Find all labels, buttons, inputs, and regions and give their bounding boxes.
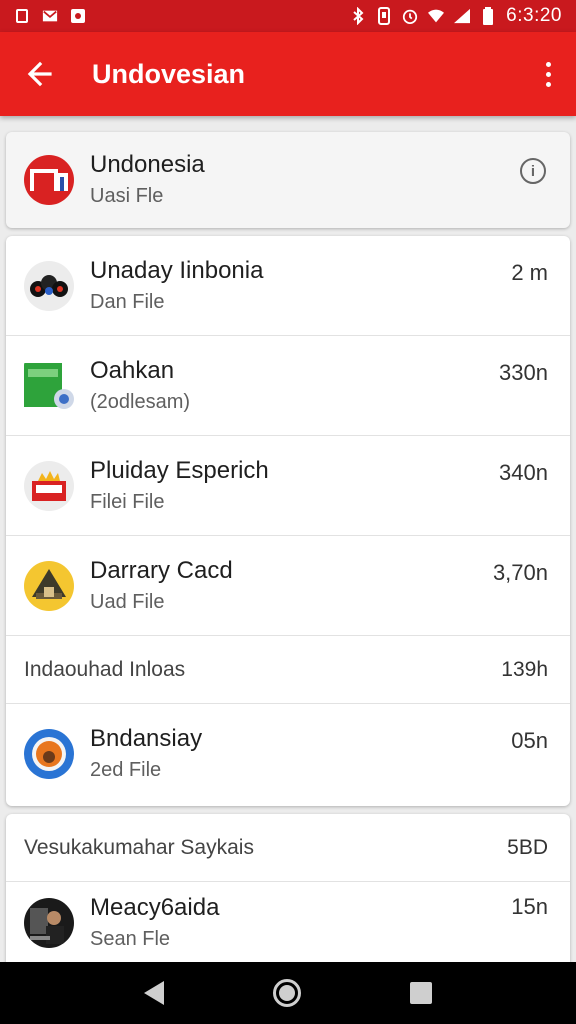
list-item[interactable]: Oahkan (2odlesam) 330n <box>6 336 570 436</box>
section-header-label: Indaouhad Inloas <box>24 657 186 681</box>
page-title: Undovesian <box>92 58 246 89</box>
nav-back-icon[interactable] <box>144 981 165 1005</box>
file-list-card: Unaday Iinbonia Dan File 2 m Oahkan (2od… <box>6 236 570 806</box>
status-bar: 6:3:20 <box>0 0 576 32</box>
orange-ring-avatar <box>24 729 74 779</box>
top-item-card[interactable]: Undonesia Uasi Fle i <box>6 132 570 228</box>
section-header-meta: 139h <box>501 657 548 681</box>
battery-icon <box>480 7 496 25</box>
navigation-bar <box>0 962 576 1024</box>
list-item-title: Meacy6aida <box>90 894 220 921</box>
list-item-title: Darrary Cacd <box>90 556 233 584</box>
notification-icon <box>14 8 30 24</box>
list-item-subtitle: Filei File <box>90 490 165 513</box>
list-item-subtitle: Sean Fle <box>90 928 171 950</box>
nav-recents-icon[interactable] <box>409 982 432 1004</box>
list-item-meta: 340n <box>499 460 548 485</box>
app-icon <box>70 8 86 24</box>
green-app-avatar <box>24 360 74 411</box>
tray-avatar <box>24 460 74 511</box>
list-item-meta: 2 m <box>511 260 548 285</box>
nav-home-icon[interactable] <box>272 979 301 1007</box>
section-header: Indaouhad Inloas 139h <box>6 636 570 704</box>
list-item-meta: 3,70n <box>492 560 548 585</box>
tent-avatar <box>24 560 74 611</box>
status-system: 6:3:20 <box>350 5 562 27</box>
list-item[interactable]: Meacy6aida Sean Fle 15n <box>6 882 570 964</box>
list-item-title: Pluiday Esperich <box>90 456 269 484</box>
vibrate-icon <box>376 7 392 25</box>
section-header-meta: 5BD <box>507 835 548 859</box>
back-button[interactable] <box>0 32 80 116</box>
top-item-title: Undonesia <box>90 151 205 178</box>
top-item-text: Undonesia Uasi Fle <box>90 150 520 210</box>
more-options-button[interactable] <box>520 32 576 116</box>
signal-icon <box>454 8 471 24</box>
app-bar: Undovesian <box>0 32 576 116</box>
file-list-card-2: Vesukakumahar Saykais 5BD Meacy6aida Sea… <box>6 814 570 964</box>
wifi-icon <box>428 8 445 24</box>
list-item[interactable]: Bndansiay 2ed File 05n <box>6 704 570 804</box>
gmail-icon <box>42 8 58 24</box>
list-item[interactable]: Unaday Iinbonia Dan File 2 m <box>6 236 570 336</box>
list-item-subtitle: Uad File <box>90 590 165 613</box>
alarm-icon <box>402 8 418 24</box>
arrow-back-icon <box>27 61 52 87</box>
controller-avatar <box>24 260 74 311</box>
info-icon[interactable]: i <box>520 158 546 184</box>
more-vert-icon <box>545 61 551 67</box>
list-item-meta: 15n <box>511 894 548 919</box>
flag-avatar <box>24 155 74 205</box>
list-item-subtitle: (2odlesam) <box>90 390 191 413</box>
list-item-meta: 330n <box>499 360 548 385</box>
list-item-subtitle: Dan File <box>90 290 165 313</box>
list-item-title: Unaday Iinbonia <box>90 256 264 284</box>
list-item-meta: 05n <box>511 728 548 753</box>
photo-avatar <box>24 898 74 948</box>
top-item-row[interactable]: Undonesia Uasi Fle i <box>6 132 570 228</box>
list-item-title: Oahkan <box>90 356 175 384</box>
status-time: 6:3:20 <box>506 5 562 26</box>
list-item[interactable]: Pluiday Esperich Filei File 340n <box>6 436 570 536</box>
bluetooth-icon <box>350 7 366 25</box>
status-notifications <box>14 8 86 24</box>
section-header-label: Vesukakumahar Saykais <box>24 835 254 859</box>
list-item-subtitle: 2ed File <box>90 759 162 781</box>
section-header: Vesukakumahar Saykais 5BD <box>6 814 570 882</box>
list-item[interactable]: Darrary Cacd Uad File 3,70n <box>6 536 570 636</box>
top-item-subtitle: Uasi Fle <box>90 185 164 207</box>
list-item-title: Bndansiay <box>90 725 203 752</box>
